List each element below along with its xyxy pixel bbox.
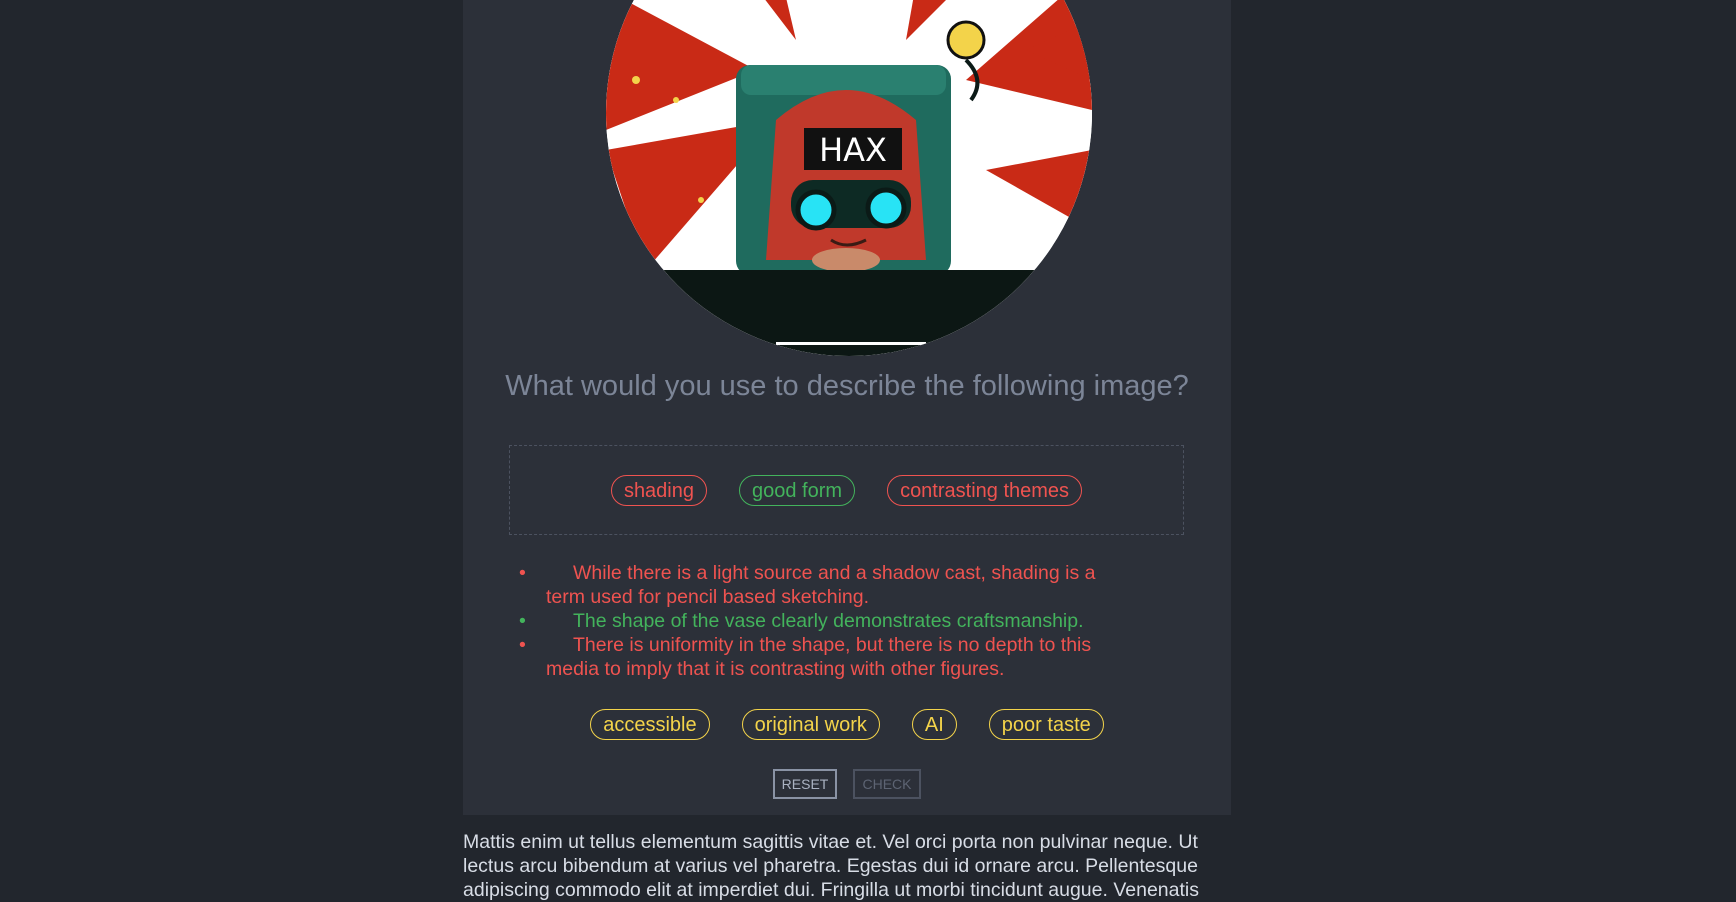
body-paragraph: Mattis enim ut tellus elementum sagittis… — [463, 831, 1199, 901]
answer-drop-zone[interactable]: shading good form contrasting themes — [509, 445, 1184, 535]
option-accessible[interactable]: accessible — [590, 709, 710, 740]
hax-badge-text: HAX — [819, 131, 887, 169]
check-button[interactable]: CHECK — [853, 769, 921, 799]
feedback-item: There is uniformity in the shape, but th… — [519, 633, 1116, 681]
placed-answer-good-form[interactable]: good form — [739, 474, 856, 506]
option-poor-taste[interactable]: poor taste — [988, 709, 1104, 740]
placed-answer-shading[interactable]: shading — [610, 474, 707, 506]
option-original-work[interactable]: original work — [741, 709, 880, 740]
feedback-item: The shape of the vase clearly demonstrat… — [519, 609, 1116, 633]
feedback-list: While there is a light source and a shad… — [519, 561, 1116, 681]
question-prompt: What would you use to describe the follo… — [505, 370, 1189, 402]
option-ai[interactable]: AI — [911, 709, 957, 740]
placed-answer-contrasting-themes[interactable]: contrasting themes — [887, 474, 1083, 506]
feedback-item: While there is a light source and a shad… — [519, 561, 1116, 609]
answer-options: accessible original work AI poor taste — [463, 709, 1231, 740]
reset-button[interactable]: RESET — [773, 769, 837, 799]
